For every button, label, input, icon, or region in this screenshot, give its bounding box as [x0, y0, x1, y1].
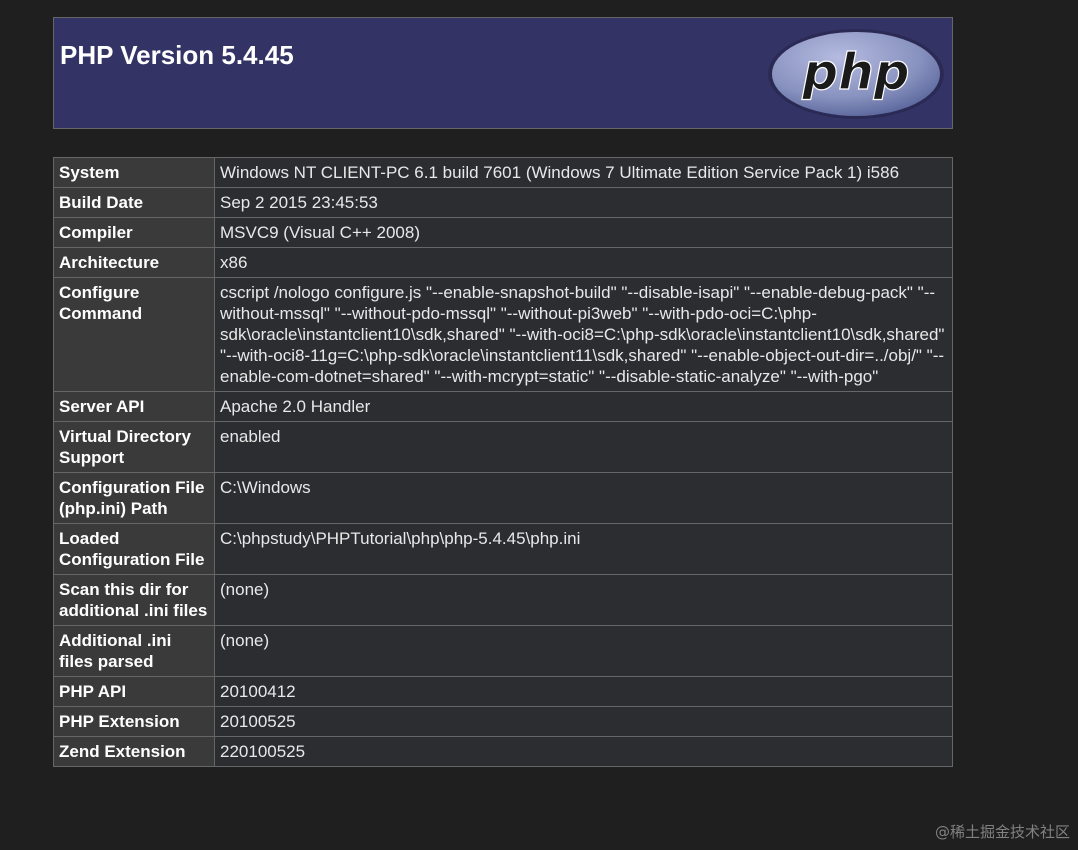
table-row: Configuration File (php.ini) Path C:\Wind… [53, 472, 953, 524]
table-row: PHP Extension 20100525 [53, 706, 953, 737]
row-key: Loaded Configuration File [53, 523, 215, 575]
row-value: cscript /nologo configure.js "--enable-s… [214, 277, 953, 392]
table-row: Loaded Configuration File C:\phpstudy\PHP… [53, 523, 953, 575]
row-key: Zend Extension [53, 736, 215, 767]
row-value: enabled [214, 421, 953, 473]
row-key: Server API [53, 391, 215, 422]
php-logo-text: php [801, 43, 909, 101]
table-row: Server API Apache 2.0 Handler [53, 391, 953, 422]
row-value: 20100412 [214, 676, 953, 707]
table-row: Configure Command cscript /nologo configu… [53, 277, 953, 392]
row-key: Additional .ini files parsed [53, 625, 215, 677]
table-row: Additional .ini files parsed (none) [53, 625, 953, 677]
row-key: PHP Extension [53, 706, 215, 737]
row-value: 220100525 [214, 736, 953, 767]
table-row: Zend Extension 220100525 [53, 736, 953, 767]
row-value: (none) [214, 625, 953, 677]
row-value: Apache 2.0 Handler [214, 391, 953, 422]
row-key: Scan this dir for additional .ini files [53, 574, 215, 626]
table-row: Virtual Directory Support enabled [53, 421, 953, 473]
table-row: Build Date Sep 2 2015 23:45:53 [53, 187, 953, 218]
row-value: (none) [214, 574, 953, 626]
row-key: System [53, 157, 215, 188]
row-key: PHP API [53, 676, 215, 707]
php-version-header: PHP Version 5.4.45 php [53, 17, 953, 129]
row-value: Sep 2 2015 23:45:53 [214, 187, 953, 218]
row-key: Configure Command [53, 277, 215, 392]
php-logo: php [768, 29, 944, 119]
watermark: @稀土掘金技术社区 [934, 823, 1070, 841]
table-row: Scan this dir for additional .ini files(… [53, 574, 953, 626]
row-value: 20100525 [214, 706, 953, 737]
phpinfo-page: PHP Version 5.4.45 php System Windows NT … [0, 0, 1078, 850]
row-value: C:\phpstudy\PHPTutorial\php\php-5.4.45\p… [214, 523, 953, 575]
php-info-table: System Windows NT CLIENT-PC 6.1 build 760… [53, 157, 953, 767]
page-title: PHP Version 5.4.45 [60, 40, 294, 70]
row-key: Configuration File (php.ini) Path [53, 472, 215, 524]
table-row: PHP API 20100412 [53, 676, 953, 707]
table-row: Compiler MSVC9 (Visual C++ 2008) [53, 217, 953, 248]
table-row: System Windows NT CLIENT-PC 6.1 build 760… [53, 157, 953, 188]
table-row: Architecture x86 [53, 247, 953, 278]
row-value: Windows NT CLIENT-PC 6.1 build 7601 (Win… [214, 157, 953, 188]
row-key: Build Date [53, 187, 215, 218]
row-key: Compiler [53, 217, 215, 248]
row-key: Virtual Directory Support [53, 421, 215, 473]
row-key: Architecture [53, 247, 215, 278]
row-value: x86 [214, 247, 953, 278]
row-value: MSVC9 (Visual C++ 2008) [214, 217, 953, 248]
row-value: C:\Windows [214, 472, 953, 524]
